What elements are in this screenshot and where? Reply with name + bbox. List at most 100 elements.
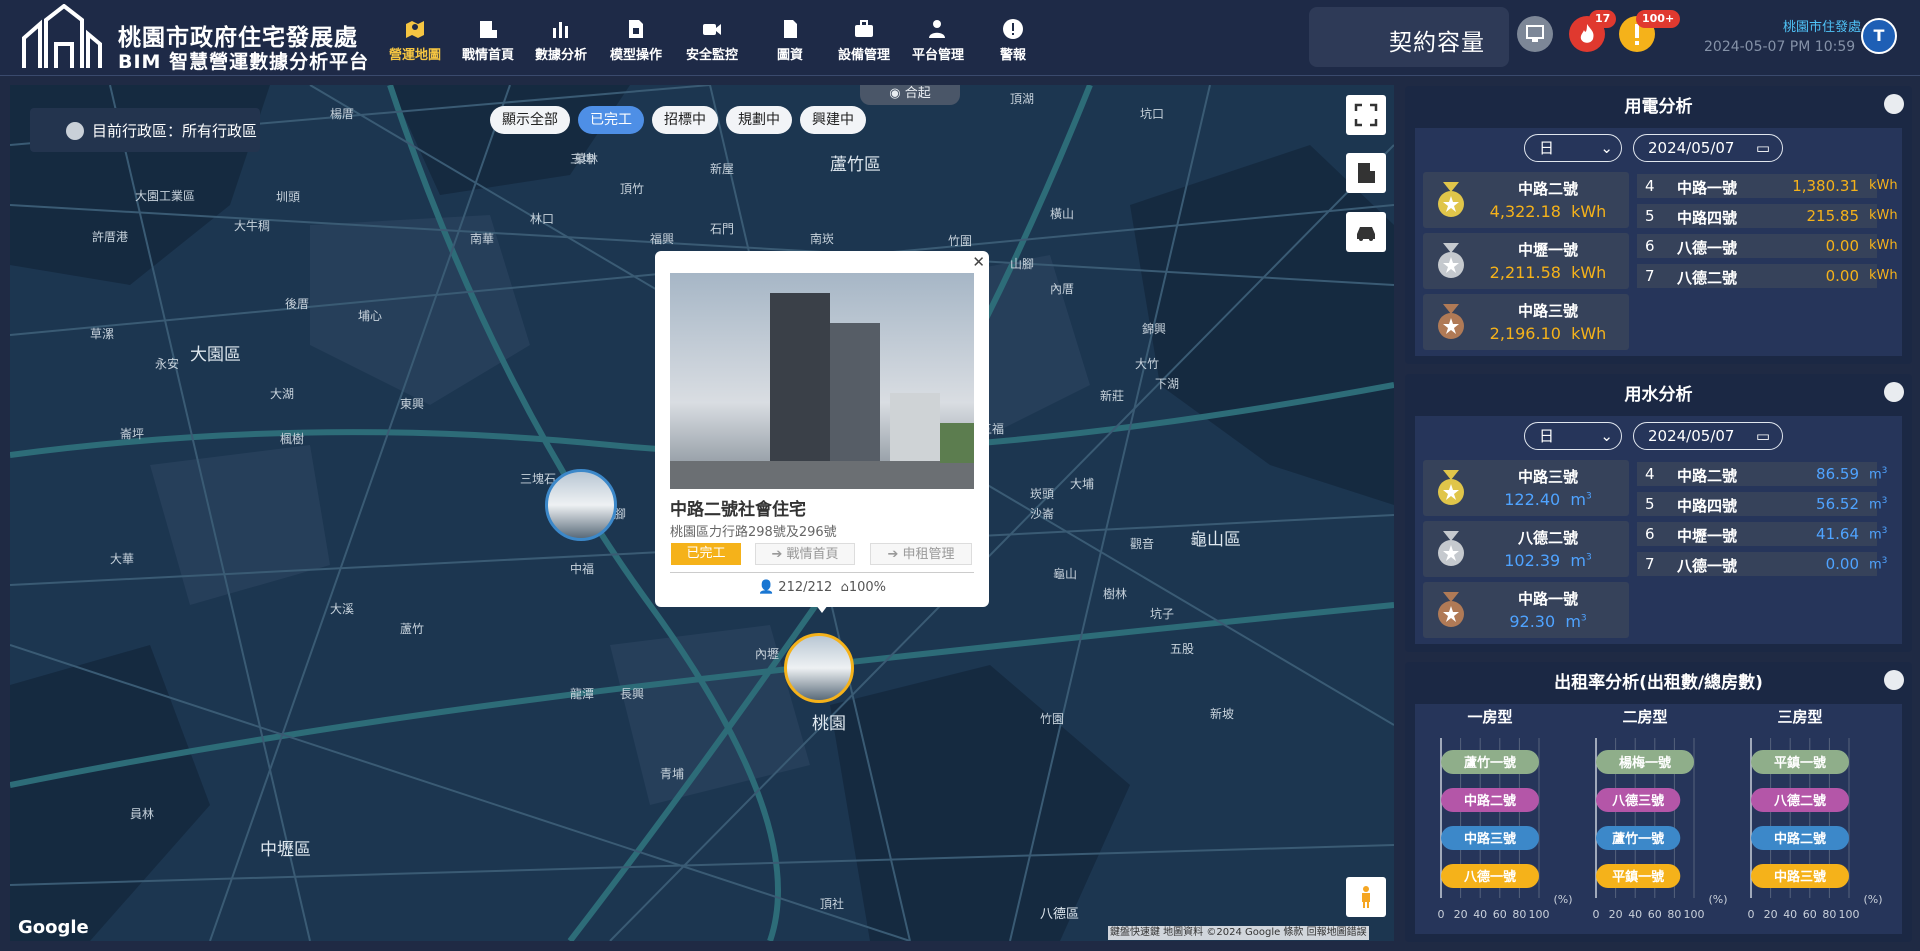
label-small: 大牛稠: [234, 219, 271, 233]
arrow-icon: ➔: [771, 547, 783, 562]
building-marker-selected[interactable]: [784, 633, 854, 703]
label-small: 許厝港: [92, 230, 129, 244]
rank-unit: m3: [1869, 466, 1888, 483]
rank-value: 86.59: [1816, 465, 1859, 483]
rank-name: 八德二號: [1677, 269, 1738, 287]
street-view-button[interactable]: [1346, 877, 1386, 917]
label-dayuan: 大園區: [190, 345, 241, 365]
filter-all[interactable]: 顯示全部: [490, 106, 570, 134]
nav-map[interactable]: 營運地圖: [385, 18, 445, 63]
rental-tick-label: 0: [1593, 908, 1600, 921]
collapse-button[interactable]: ◉ 合起: [860, 85, 960, 105]
warning-badge: 100+: [1636, 10, 1681, 28]
filter-completed[interactable]: 已完工: [578, 106, 644, 134]
rank-name: 八德一號: [1677, 239, 1738, 257]
rank-value: 0.00: [1825, 237, 1859, 255]
camera-icon: [703, 24, 721, 35]
label-small: 大溪: [330, 602, 355, 616]
map-attribution[interactable]: 鍵盤快速鍵 地圖資料 ©2024 Google 條款 回報地圖錯誤: [1108, 926, 1369, 940]
popup-rental-button[interactable]: ➔ 申租管理: [870, 543, 972, 565]
nav-equipment[interactable]: 設備管理: [832, 18, 896, 63]
nav-platform-label: 平台管理: [911, 48, 964, 63]
district-selector[interactable]: 目前行政區：所有行政區: [30, 108, 260, 152]
water-period-select[interactable]: 日 ⌄: [1524, 422, 1622, 450]
rental-tick-label: 60: [1648, 908, 1662, 921]
building-marker[interactable]: [545, 469, 617, 541]
rank-unit: kWh: [1869, 178, 1898, 193]
rental-bar-label: 蘆竹一號: [1464, 755, 1516, 771]
label-zhongli: 中壢區: [260, 840, 311, 860]
rank-unit: m3: [1869, 556, 1888, 573]
close-icon[interactable]: ✕: [972, 253, 985, 271]
filter-planning[interactable]: 規劃中: [726, 106, 792, 134]
electricity-period-value: 日: [1539, 139, 1555, 157]
popup-dashboard-button[interactable]: ➔ 戰情首頁: [755, 543, 855, 565]
nav-dashboard[interactable]: 戰情首頁: [458, 18, 518, 63]
nav-platform[interactable]: 平台管理: [906, 18, 970, 63]
rank-number: 5: [1645, 495, 1655, 513]
search-icon[interactable]: [1884, 382, 1904, 402]
rank-value: 56.52: [1816, 495, 1859, 513]
rank-value: 1,380.31: [1792, 177, 1859, 195]
home-icon: ⌂: [840, 580, 849, 595]
rank-value: 2,211.58 kWh: [1489, 263, 1607, 282]
label-small: 大埔: [1070, 477, 1095, 491]
fire-badge: 17: [1589, 10, 1617, 28]
label-luzhu: 蘆竹區: [830, 155, 881, 175]
monitor-button[interactable]: [1517, 16, 1553, 52]
nav-equipment-label: 設備管理: [837, 48, 890, 63]
rental-tick-label: 60: [1803, 908, 1817, 921]
avatar[interactable]: T: [1861, 18, 1897, 54]
rank-number: 4: [1645, 465, 1655, 483]
bronze-medal-icon: [1438, 592, 1464, 627]
electricity-period-select[interactable]: 日 ⌄: [1524, 134, 1622, 162]
nav-maps-docs[interactable]: 圖資: [760, 18, 820, 63]
filter-bidding[interactable]: 招標中: [652, 106, 718, 134]
label-small: 新坡: [1210, 707, 1235, 721]
rank-name: 中路一號: [1677, 179, 1738, 197]
district-selector-label: 目前行政區：所有行政區: [92, 122, 258, 140]
label-small: 南崁: [810, 232, 835, 246]
rental-chart-title: 三房型: [1777, 708, 1822, 726]
rental-tick-label: 100: [1684, 908, 1705, 921]
search-icon[interactable]: [1884, 94, 1904, 114]
label-small: 竹園: [1040, 712, 1065, 726]
label-small: 大竹: [1135, 357, 1160, 371]
contract-capacity-box[interactable]: 契約容量: [1309, 7, 1509, 67]
rank-name: 中壢一號: [1517, 241, 1578, 259]
water-period-value: 日: [1539, 427, 1555, 445]
rank-row: 4 中路二號 86.59 m3: [1637, 462, 1887, 486]
label-small: 崙坪: [120, 427, 145, 441]
label-small: 南華: [470, 232, 495, 246]
status-filter-group: 顯示全部 已完工 招標中 規劃中 興建中: [490, 106, 874, 134]
label-small: 錦興: [1142, 322, 1167, 336]
building-layer-button[interactable]: [1346, 153, 1386, 193]
nav-security[interactable]: 安全監控: [682, 18, 742, 63]
rental-tick-label: 20: [1764, 908, 1778, 921]
label-small: 石門: [710, 222, 735, 236]
filter-building[interactable]: 興建中: [800, 106, 866, 134]
search-icon[interactable]: [1884, 670, 1904, 690]
rank-name: 中路三號: [1517, 302, 1578, 320]
nav-alerts[interactable]: 警報: [983, 18, 1043, 63]
fullscreen-button[interactable]: [1346, 95, 1386, 135]
bronze-medal-icon: [1438, 304, 1464, 339]
label-small: 楓樹: [280, 432, 305, 446]
rank-card-silver: 中壢一號 2,211.58 kWh: [1423, 233, 1629, 289]
rank-unit: kWh: [1869, 208, 1898, 223]
popup-occupancy: 212/212: [778, 580, 833, 595]
map-view[interactable]: 蘆竹區 大園區 龜山區 中壢區 桃園 八德區 楊厝 坑口 大園工業區 圳頭 許厝…: [10, 85, 1394, 941]
rental-bar-label: 平鎮一號: [1774, 755, 1826, 771]
nav-model[interactable]: 模型操作: [606, 18, 666, 63]
building-popup: ✕ 中路二號社會住宅 桃園區力行路298號及296號 已完工 ➔ 戰情首頁 ➔ …: [655, 251, 989, 613]
rank-value: 102.39 m3: [1504, 551, 1592, 570]
water-panel: 用水分析 日 ⌄ 2024/05/07 ▭ 中路三號 122.40 m3 八德二…: [1405, 374, 1912, 652]
label-small: 觀音: [1130, 537, 1155, 551]
rental-bar-label: 楊梅一號: [1619, 755, 1671, 771]
electricity-date-input[interactable]: 2024/05/07 ▭: [1633, 134, 1783, 162]
traffic-layer-button[interactable]: [1346, 212, 1386, 252]
label-small: 竹圍: [948, 234, 973, 248]
label-small: 頂竹: [620, 182, 645, 196]
water-date-input[interactable]: 2024/05/07 ▭: [1633, 422, 1783, 450]
nav-data-analysis[interactable]: 數據分析: [531, 18, 591, 63]
